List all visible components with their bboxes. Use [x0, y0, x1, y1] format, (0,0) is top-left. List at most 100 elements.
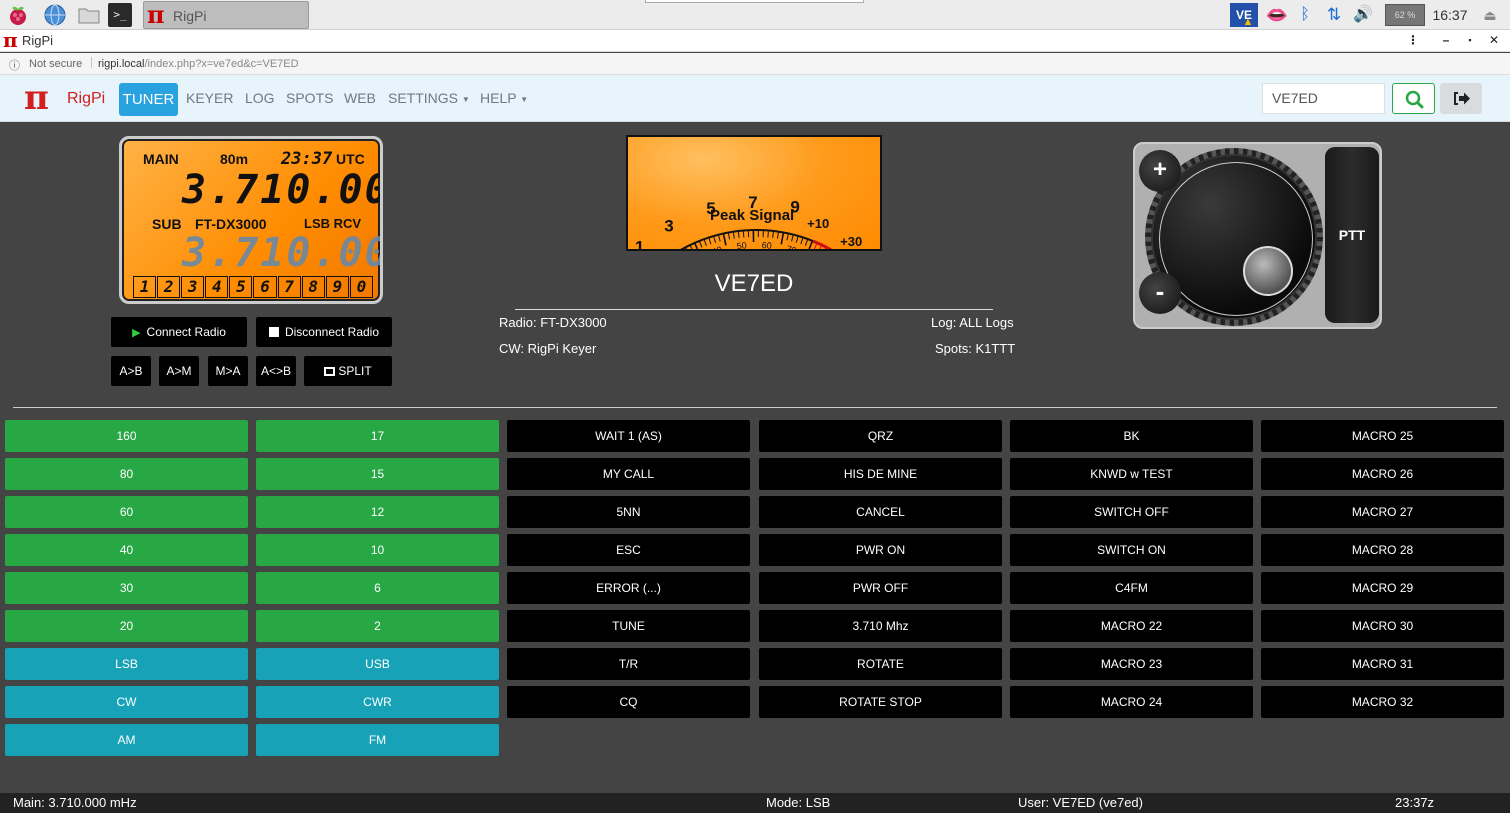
file-manager-icon[interactable] [77, 3, 101, 27]
vfo-swap-button[interactable]: A<>B [256, 356, 296, 386]
grid-button[interactable]: CW [5, 686, 248, 718]
grid-button[interactable]: 17 [256, 420, 499, 452]
grid-button[interactable]: 2 [256, 610, 499, 642]
tab-web[interactable]: WEB [344, 90, 376, 106]
grid-button[interactable]: MACRO 32 [1261, 686, 1504, 718]
memory-slot[interactable]: 2 [157, 276, 181, 298]
tune-up-button[interactable]: + [1139, 150, 1181, 192]
tab-help[interactable]: HELP ▼ [480, 90, 528, 106]
grid-button[interactable]: T/R [507, 648, 750, 680]
memory-slot[interactable]: 0 [349, 276, 373, 298]
grid-button[interactable]: MACRO 27 [1261, 496, 1504, 528]
grid-button[interactable]: ROTATE STOP [759, 686, 1002, 718]
maximize-icon[interactable]: ▪ [1463, 35, 1477, 45]
grid-button[interactable]: QRZ [759, 420, 1002, 452]
search-button[interactable] [1392, 83, 1435, 114]
grid-button[interactable]: MY CALL [507, 458, 750, 490]
grid-button[interactable]: HIS DE MINE [759, 458, 1002, 490]
grid-button[interactable]: ESC [507, 534, 750, 566]
grid-button[interactable]: MACRO 28 [1261, 534, 1504, 566]
memory-slot[interactable]: 7 [277, 276, 301, 298]
grid-button[interactable]: MACRO 30 [1261, 610, 1504, 642]
minimize-icon[interactable]: – [1439, 33, 1453, 47]
grid-button[interactable]: ROTATE [759, 648, 1002, 680]
grid-button[interactable]: SWITCH OFF [1010, 496, 1253, 528]
grid-button[interactable]: MACRO 23 [1010, 648, 1253, 680]
grid-button[interactable]: 10 [256, 534, 499, 566]
memory-slot[interactable]: 5 [229, 276, 253, 298]
grid-button[interactable]: 30 [5, 572, 248, 604]
grid-button[interactable]: PWR ON [759, 534, 1002, 566]
memory-slot[interactable]: 4 [205, 276, 229, 298]
bluetooth-icon[interactable]: ᛒ [1295, 3, 1315, 27]
grid-button[interactable]: ERROR (...) [507, 572, 750, 604]
lips-icon[interactable]: 👄 [1263, 3, 1291, 27]
volume-icon[interactable]: 🔊 [1351, 3, 1375, 27]
web-browser-icon[interactable] [43, 3, 67, 27]
grid-button[interactable]: PWR OFF [759, 572, 1002, 604]
info-icon[interactable]: ⓘ [9, 57, 20, 73]
tab-settings[interactable]: SETTINGS ▼ [388, 90, 470, 106]
grid-button[interactable]: USB [256, 648, 499, 680]
grid-button[interactable]: 12 [256, 496, 499, 528]
brand-name[interactable]: RigPi [67, 90, 105, 108]
tab-tuner[interactable]: TUNER [119, 83, 178, 116]
grid-button[interactable]: MACRO 31 [1261, 648, 1504, 680]
grid-button[interactable]: 15 [256, 458, 499, 490]
grid-button[interactable]: AM [5, 724, 248, 756]
grid-button[interactable]: 160 [5, 420, 248, 452]
ptt-button[interactable]: PTT [1325, 147, 1379, 323]
grid-button[interactable]: MACRO 29 [1261, 572, 1504, 604]
grid-button[interactable]: CQ [507, 686, 750, 718]
memory-slot[interactable]: 3 [181, 276, 205, 298]
grid-button[interactable]: WAIT 1 (AS) [507, 420, 750, 452]
browser-menu-icon[interactable]: ⋮ [1406, 33, 1420, 47]
vfo-a-to-b-button[interactable]: A>B [111, 356, 151, 386]
grid-button[interactable]: KNWD w TEST [1010, 458, 1253, 490]
logout-button[interactable] [1440, 83, 1482, 114]
grid-button[interactable]: 60 [5, 496, 248, 528]
vfo-a-to-mem-button[interactable]: A>M [159, 356, 199, 386]
grid-button[interactable]: LSB [5, 648, 248, 680]
grid-button[interactable]: MACRO 26 [1261, 458, 1504, 490]
url-text[interactable]: rigpi.local/index.php?x=ve7ed&c=VE7ED [98, 58, 299, 70]
grid-button[interactable]: 40 [5, 534, 248, 566]
network-icon[interactable]: ⇅ [1322, 3, 1346, 27]
memory-slot[interactable]: 9 [325, 276, 349, 298]
tab-log[interactable]: LOG [245, 90, 275, 106]
rigpi-logo-icon[interactable]: π [24, 78, 49, 118]
close-icon[interactable]: ✕ [1487, 33, 1501, 47]
grid-button[interactable]: BK [1010, 420, 1253, 452]
tab-spots[interactable]: SPOTS [286, 90, 333, 106]
grid-button[interactable]: CWR [256, 686, 499, 718]
grid-button[interactable]: MACRO 25 [1261, 420, 1504, 452]
grid-button[interactable]: 20 [5, 610, 248, 642]
grid-button[interactable]: FM [256, 724, 499, 756]
grid-button[interactable]: 5NN [507, 496, 750, 528]
grid-button[interactable]: C4FM [1010, 572, 1253, 604]
callsign-search-input[interactable]: VE7ED [1262, 83, 1385, 114]
lcd-main-frequency[interactable]: 3.710.000 [182, 167, 380, 213]
raspberry-menu-icon[interactable] [6, 3, 30, 27]
taskbar-window-rigpi[interactable]: π RigPi [143, 1, 309, 29]
memory-slot[interactable]: 6 [253, 276, 277, 298]
memory-slot[interactable]: 1 [133, 276, 157, 298]
grid-button[interactable]: 6 [256, 572, 499, 604]
grid-button[interactable]: CANCEL [759, 496, 1002, 528]
grid-button[interactable]: 80 [5, 458, 248, 490]
disconnect-radio-button[interactable]: Disconnect Radio [256, 317, 392, 347]
connect-radio-button[interactable]: ▶ Connect Radio [111, 317, 247, 347]
tune-down-button[interactable]: - [1139, 272, 1181, 314]
mem-to-vfo-a-button[interactable]: M>A [208, 356, 248, 386]
eject-icon[interactable]: ⏏ [1480, 3, 1500, 27]
memory-slot[interactable]: 8 [301, 276, 325, 298]
grid-button[interactable]: 3.710 Mhz [759, 610, 1002, 642]
grid-button[interactable]: MACRO 22 [1010, 610, 1253, 642]
grid-button[interactable]: MACRO 24 [1010, 686, 1253, 718]
grid-button[interactable]: TUNE [507, 610, 750, 642]
tab-keyer[interactable]: KEYER [186, 90, 233, 106]
grid-button[interactable]: SWITCH ON [1010, 534, 1253, 566]
terminal-icon[interactable]: >_ [108, 3, 132, 27]
address-bar[interactable]: ⓘ Not secure | rigpi.local/index.php?x=v… [0, 53, 1510, 75]
split-button[interactable]: SPLIT [304, 356, 392, 386]
